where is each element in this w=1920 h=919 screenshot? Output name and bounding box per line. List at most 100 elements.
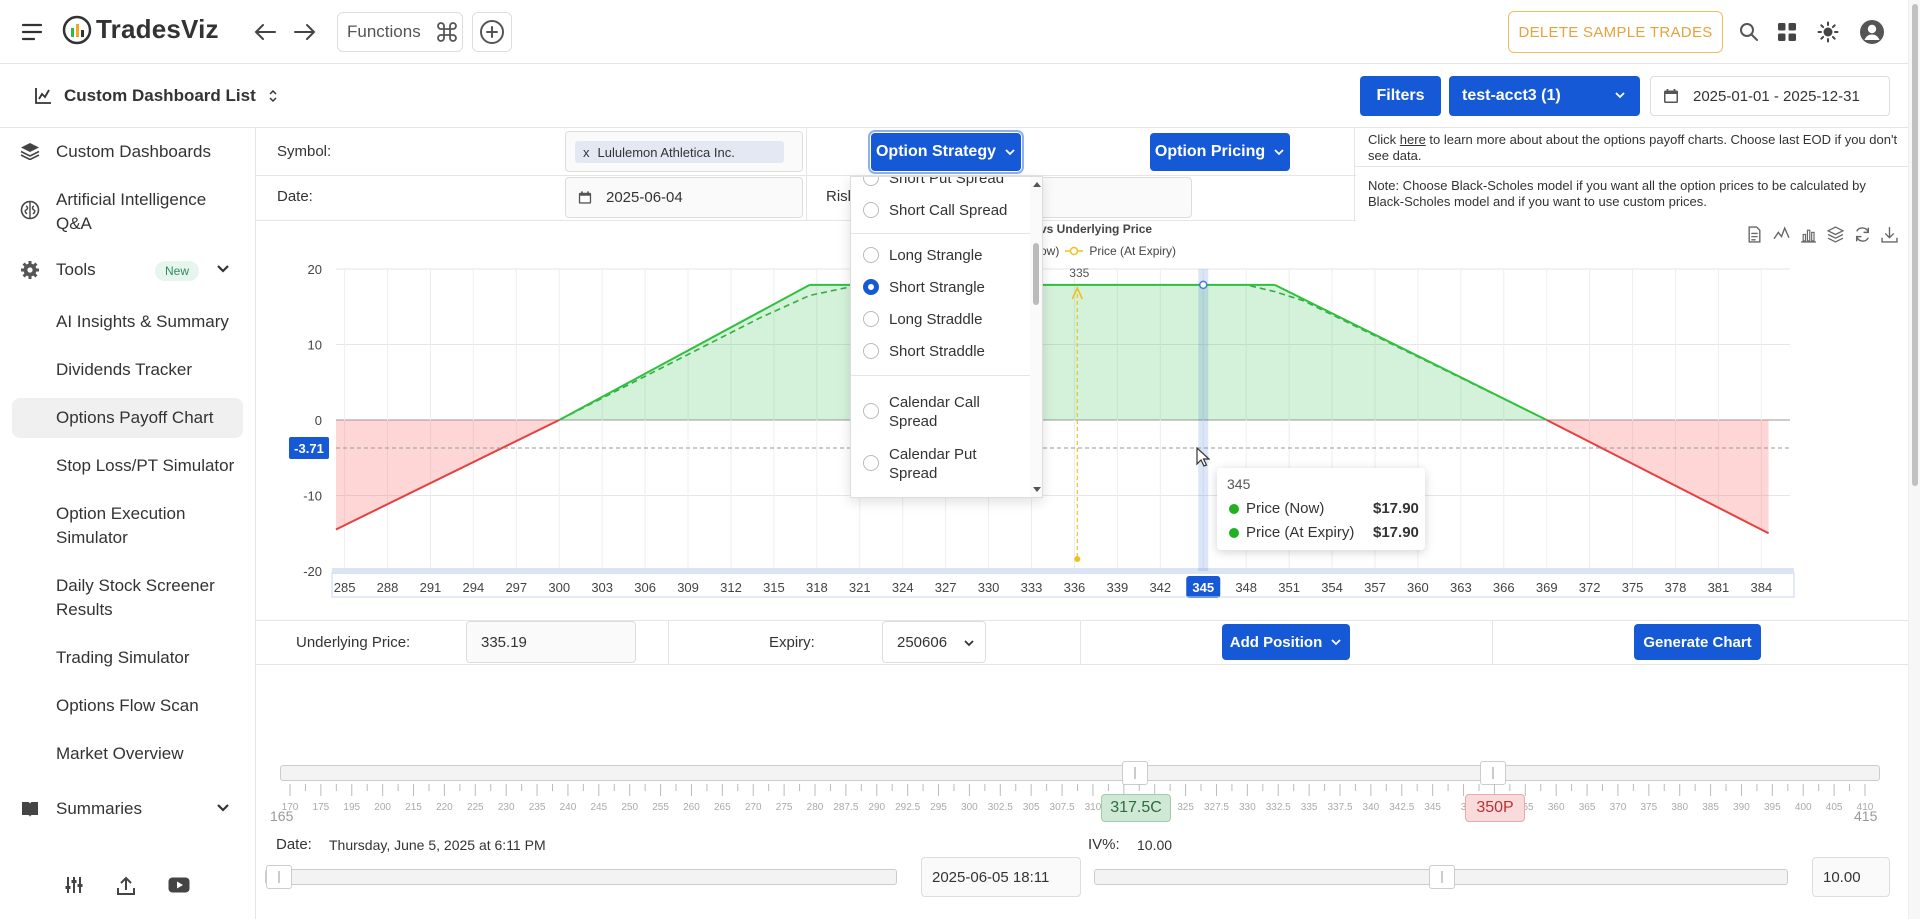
back-arrow-icon[interactable] (252, 20, 278, 44)
sidebar-item-stop-loss-simulator[interactable]: Stop Loss/PT Simulator (56, 454, 234, 478)
underlying-price-input[interactable]: 335.19 (466, 621, 636, 663)
sidebar-item-market-overview[interactable]: Market Overview (56, 742, 184, 766)
iv-input[interactable]: 10.00 (1812, 857, 1890, 897)
date-slider-track[interactable] (265, 869, 897, 885)
radio-button[interactable] (863, 177, 879, 186)
strike-tick-label: 385 (1702, 802, 1719, 812)
refresh-icon[interactable] (1854, 226, 1871, 243)
put-strike-label[interactable]: 350P (1465, 794, 1525, 822)
sidebar-item-daily-stock-screener[interactable]: Daily Stock Screener Results (56, 574, 236, 622)
option-strategy-button[interactable]: Option Strategy (868, 130, 1024, 174)
strike-tick-label: 327.5 (1204, 802, 1229, 812)
strategy-option-short-call-spread[interactable]: Short Call Spread (863, 201, 1007, 220)
symbol-remove-button[interactable]: x (583, 145, 590, 160)
strike-tick-label: 345 (1424, 802, 1441, 812)
scroll-up-arrow-icon[interactable] (1033, 181, 1041, 187)
hamburger-menu-icon[interactable] (18, 20, 46, 44)
strike-tick-label: 375 (1640, 802, 1657, 812)
generate-chart-button[interactable]: Generate Chart (1634, 624, 1761, 660)
search-icon[interactable] (1738, 21, 1760, 43)
strategy-option-calendar-call-spread[interactable]: Calendar Call Spread (863, 393, 1013, 431)
radio-button[interactable] (863, 455, 879, 471)
chevron-down-icon[interactable] (216, 803, 230, 813)
delete-sample-trades-button[interactable]: DELETE SAMPLE TRADES (1508, 11, 1723, 53)
symbol-chip-label: Lululemon Athletica Inc. (597, 144, 735, 160)
option-pricing-label: Option Pricing (1154, 143, 1266, 160)
option-pricing-button[interactable]: Option Pricing (1150, 133, 1290, 171)
sidebar-item-summaries[interactable]: Summaries (56, 797, 142, 821)
radio-button[interactable] (863, 311, 879, 327)
radio-button[interactable] (863, 343, 879, 359)
add-position-button[interactable]: Add Position (1222, 624, 1350, 660)
iv-slider-handle[interactable] (1429, 865, 1455, 889)
controls-divider (1080, 620, 1081, 664)
x-tick-label: 342 (1149, 580, 1171, 595)
stack-icon[interactable] (1827, 226, 1844, 243)
x-tick-label: 315 (763, 580, 785, 595)
date-slider-handle[interactable] (266, 865, 292, 889)
user-avatar-icon[interactable] (1858, 18, 1886, 46)
sidebar-item-custom-dashboards[interactable]: Custom Dashboards (56, 140, 211, 164)
date-time-input[interactable]: 2025-06-05 18:11 (921, 857, 1081, 897)
radio-button[interactable] (863, 247, 879, 263)
strike-tick-label: 335 (1301, 802, 1318, 812)
chart-tooltip: 345 Price (Now) $17.90 Price (At Expiry)… (1217, 468, 1425, 550)
dashboard-chart-icon (34, 87, 52, 105)
strike-tick-label: 380 (1671, 802, 1688, 812)
date-range-picker[interactable]: 2025-01-01 - 2025-12-31 (1650, 76, 1890, 116)
risk-field[interactable] (1034, 177, 1192, 218)
help-link[interactable]: here (1400, 132, 1426, 147)
sidebar-item-option-execution-simulator[interactable]: Option Execution Simulator (56, 502, 216, 550)
document-icon[interactable] (1746, 226, 1763, 243)
sidebar-item-dividends-tracker[interactable]: Dividends Tracker (56, 358, 192, 382)
strategy-option-short-strangle[interactable]: Short Strangle (863, 278, 985, 297)
account-select[interactable]: test-acct3 (1) (1449, 76, 1640, 116)
account-label: test-acct3 (1) (1462, 87, 1561, 104)
brand-logo[interactable]: TradesViz (62, 14, 219, 45)
strategy-option-short-straddle[interactable]: Short Straddle (863, 342, 985, 361)
strike-slider-track[interactable] (280, 765, 1880, 781)
page-scrollbar[interactable] (1908, 0, 1920, 919)
strike-tick-label: 292.5 (895, 802, 920, 812)
upload-icon[interactable] (116, 876, 136, 896)
black-scholes-note: Note: Choose Black-Scholes model if you … (1368, 178, 1866, 209)
radio-button[interactable] (863, 403, 879, 419)
iv-label: IV%: (1088, 836, 1120, 853)
scroll-down-arrow-icon[interactable] (1033, 487, 1041, 493)
strategy-option-short-put-spread[interactable]: Short Put Spread (863, 177, 1004, 188)
download-icon[interactable] (1881, 226, 1898, 243)
apps-grid-icon[interactable] (1776, 21, 1798, 43)
youtube-icon[interactable] (168, 877, 190, 893)
sidebar-item-trading-simulator[interactable]: Trading Simulator (56, 646, 190, 670)
bar-chart-icon[interactable] (1800, 226, 1817, 243)
symbol-select[interactable]: x Lululemon Athletica Inc. (565, 131, 803, 172)
filters-button[interactable]: Filters (1360, 76, 1441, 116)
option-strategy-dropdown[interactable]: Short Put Spread Short Call Spread Long … (850, 176, 1043, 498)
sidebar-item-options-payoff-chart[interactable]: Options Payoff Chart (56, 406, 214, 430)
strategy-option-calendar-put-spread[interactable]: Calendar Put Spread (863, 445, 1013, 483)
forward-arrow-icon[interactable] (292, 20, 318, 44)
date-field[interactable]: 2025-06-04 (565, 177, 803, 218)
sidebar-item-tools[interactable]: Tools (56, 258, 96, 282)
page-scrollbar-thumb[interactable] (1912, 4, 1918, 486)
sidebar-item-ai-qa[interactable]: Artificial Intelligence Q&A (56, 188, 246, 236)
add-widget-button[interactable] (472, 12, 512, 52)
dropdown-scrollbar[interactable] (1030, 177, 1042, 497)
call-strike-label[interactable]: 317.5C (1101, 794, 1171, 822)
symbol-label: Symbol: (277, 143, 332, 160)
strategy-option-long-strangle[interactable]: Long Strangle (863, 246, 982, 265)
strike-tick-label: 300 (961, 802, 978, 812)
chevron-down-icon[interactable] (216, 264, 230, 274)
scrollbar-thumb[interactable] (1033, 243, 1039, 305)
functions-button[interactable]: Functions (337, 12, 463, 52)
radio-button[interactable] (863, 202, 879, 218)
sliders-icon[interactable] (64, 876, 84, 894)
sidebar-item-options-flow-scan[interactable]: Options Flow Scan (56, 694, 199, 718)
strategy-option-long-straddle[interactable]: Long Straddle (863, 310, 982, 329)
expiry-select[interactable]: 250606 (882, 621, 986, 663)
custom-dashboard-list-dropdown[interactable]: Custom Dashboard List (34, 86, 278, 106)
line-chart-icon[interactable] (1773, 226, 1790, 243)
theme-sun-icon[interactable] (1816, 20, 1840, 44)
radio-button-checked[interactable] (863, 279, 879, 295)
sidebar-item-ai-insights[interactable]: AI Insights & Summary (56, 310, 229, 334)
